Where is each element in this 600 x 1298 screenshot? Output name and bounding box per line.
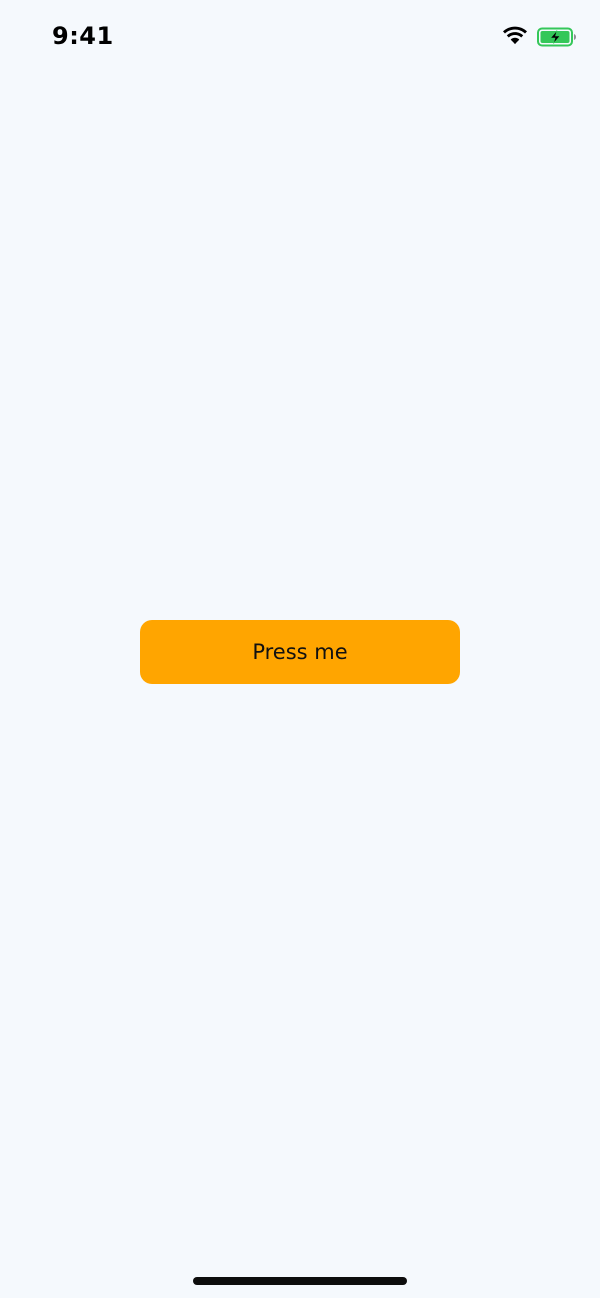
home-indicator[interactable] (193, 1277, 407, 1285)
battery-charging-icon (537, 27, 576, 47)
status-bar: 9:41 (0, 0, 600, 74)
press-me-button[interactable]: Press me (140, 620, 460, 684)
status-time: 9:41 (52, 22, 114, 50)
wifi-icon (503, 26, 527, 45)
